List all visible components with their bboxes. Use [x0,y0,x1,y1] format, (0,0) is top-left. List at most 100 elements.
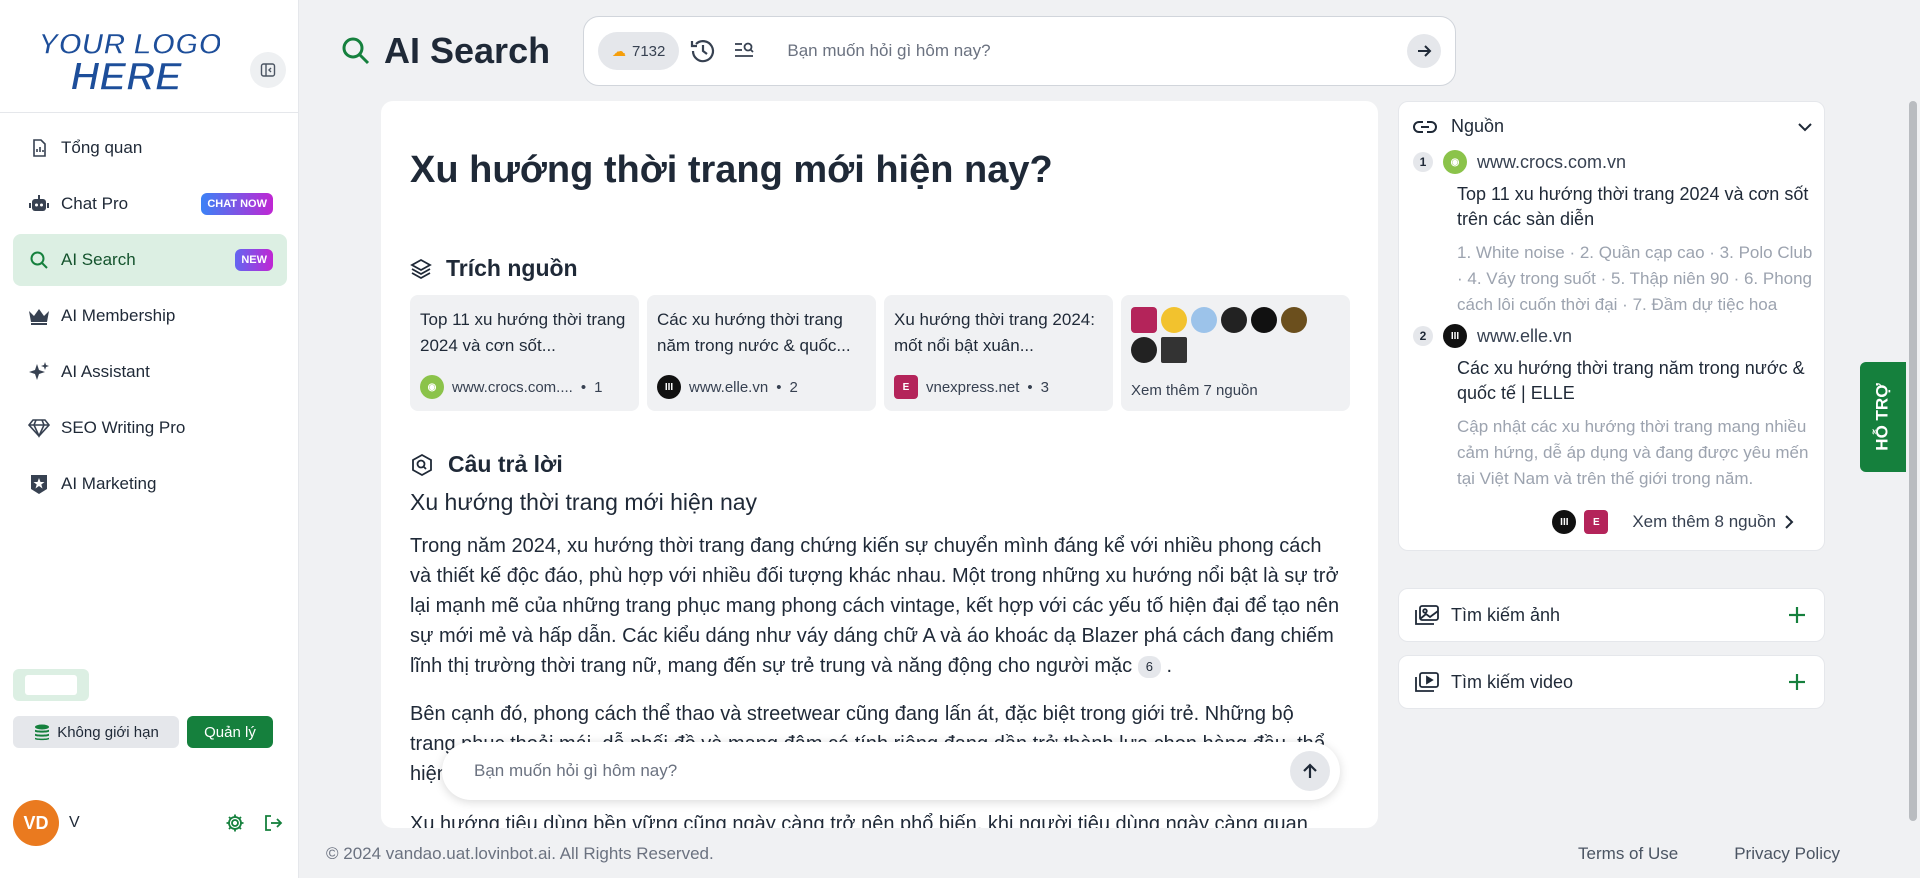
top-search-input[interactable] [787,41,1407,61]
citation-badge[interactable]: 6 [1137,655,1161,678]
answer-paragraph: Trong năm 2024, xu hướng thời trang đang… [410,535,1340,678]
source-card[interactable]: Top 11 xu hướng thời trang 2024 và cơn s… [410,295,639,411]
answer-search-icon [412,453,432,476]
more-sources-card[interactable]: Xem thêm 7 nguồn [1121,295,1350,411]
source-item[interactable]: 2 III www.elle.vn Các xu hướng thời tran… [1413,324,1813,492]
sidebar-item-seo-writing-pro[interactable]: SEO Writing Pro [13,402,287,454]
scrollbar[interactable] [1906,101,1920,829]
source-item[interactable]: 1 ◉ www.crocs.com.vn Top 11 xu hướng thờ… [1413,150,1813,318]
video-search-label: Tìm kiếm video [1451,671,1574,692]
elle-favicon-icon: III [1552,510,1577,534]
logout-icon [265,815,283,831]
sidebar-item-overview[interactable]: Tổng quan [13,122,287,174]
plus-icon [1789,607,1805,623]
sidebar-item-label: Chat Pro [61,194,129,213]
scrollbar-thumb[interactable] [1909,101,1917,821]
answer-heading: Câu trả lời [448,451,563,477]
coin-cloud-icon: ☁ [612,42,626,59]
footer-links: Terms of Use Privacy Policy [1578,844,1840,864]
search-list-button[interactable] [727,33,763,69]
manage-button[interactable]: Quản lý [187,716,273,748]
coins-icon [35,724,50,741]
plan-indicator [13,669,89,701]
source-card[interactable]: Các xu hướng thời trang năm trong nước &… [647,295,876,411]
source-description: Cập nhật các xu hướng thời trang mang nh… [1457,417,1809,488]
logout-button[interactable] [259,809,287,837]
sidebar-item-label: SEO Writing Pro [61,418,186,437]
footer-copyright: © 2024 vandao.uat.lovinbot.ai. All Right… [326,844,714,863]
arrow-right-icon [1418,45,1432,57]
sources-section-header: Trích nguồn [410,255,578,282]
chat-now-badge: CHAT NOW [201,193,273,215]
top-search-bar: ☁ 7132 [583,16,1456,86]
favicon-icon [1131,337,1157,363]
sidebar-nav: Tổng quan Chat Pro CHAT NOW AI Search NE… [13,122,287,514]
source-description: 1. White noise · 2. Quần cạp cao · 3. Po… [1457,243,1813,314]
logo[interactable]: YOUR LOGO HERE [40,20,220,98]
new-badge: NEW [235,249,273,271]
sidebar-item-chat-pro[interactable]: Chat Pro CHAT NOW [13,178,287,230]
follow-up-search-bar [442,742,1340,800]
favicon-icon [1131,307,1157,333]
video-gallery-icon [1415,672,1439,692]
send-button[interactable] [1290,751,1330,791]
user-row: VD V [13,800,287,846]
more-sources-link[interactable]: III E Xem thêm 8 nguồn [1552,510,1794,534]
answer-subtitle: Xu hướng thời trang mới hiện nay [410,489,758,515]
history-button[interactable] [685,33,721,69]
source-card-title: Xu hướng thời trang 2024: mốt nổi bật xu… [894,310,1095,355]
elle-favicon-icon: III [657,375,681,399]
source-card-domain: vnexpress.net [926,378,1020,396]
sidebar-toggle-icon [260,63,276,77]
support-tab[interactable]: HỖ TRỢ [1860,362,1906,472]
favicon-icon [1251,307,1277,333]
follow-up-input[interactable] [474,761,1290,781]
avatar[interactable]: VD [13,800,59,846]
more-sources-label: Xem thêm 7 nguồn [1131,382,1258,399]
video-search-accordion[interactable]: Tìm kiếm video [1398,655,1825,709]
sidebar-item-label: AI Marketing [61,474,157,493]
arrow-up-icon [1303,763,1317,778]
search-icon [342,37,370,65]
layers-icon [410,258,432,279]
answer-section-header: Câu trả lời [410,451,563,478]
sources-panel-header[interactable]: Nguồn [1413,116,1813,137]
collapse-sidebar-button[interactable] [250,52,286,88]
source-number: 2 [1413,326,1433,346]
sidebar-item-ai-search[interactable]: AI Search NEW [13,234,287,286]
terms-link[interactable]: Terms of Use [1578,844,1678,864]
settings-button[interactable] [221,809,249,837]
sources-panel-title: Nguồn [1451,116,1505,136]
image-search-accordion[interactable]: Tìm kiếm ảnh [1398,588,1825,642]
sidebar-item-label: AI Membership [61,306,176,325]
svg-text:HERE: HERE [70,55,182,98]
privacy-link[interactable]: Privacy Policy [1734,844,1840,864]
list-search-icon [735,42,755,57]
favicon-icon [1161,337,1187,363]
unlimited-plan-button[interactable]: Không giới hạn [13,716,179,748]
source-card-number: 1 [594,378,603,396]
vnexpress-favicon-icon: E [894,375,918,399]
sources-panel: Nguồn 1 ◉ www.crocs.com.vn Top 11 xu hướ… [1398,101,1825,551]
source-card[interactable]: Xu hướng thời trang 2024: mốt nổi bật xu… [884,295,1113,411]
sidebar-item-ai-marketing[interactable]: AI Marketing [13,458,287,510]
robot-icon [27,192,51,216]
gear-icon [226,814,244,832]
page-title: AI Search [384,30,551,71]
source-card-domain: www.elle.vn [689,378,769,396]
dot-separator: • [580,378,587,396]
sidebar-item-ai-membership[interactable]: AI Membership [13,290,287,342]
crocs-favicon-icon: ◉ [420,375,444,399]
source-title: Top 11 xu hướng thời trang 2024 và cơn s… [1457,184,1809,229]
images-icon [1415,605,1439,625]
source-card-number: 2 [789,378,798,396]
source-domain: www.elle.vn [1477,325,1573,346]
top-search-submit-button[interactable] [1407,34,1441,68]
chart-doc-icon [27,136,51,160]
sidebar-item-ai-assistant[interactable]: AI Assistant [13,346,287,398]
source-cards: Top 11 xu hướng thời trang 2024 và cơn s… [410,295,1375,411]
source-number: 1 [1413,152,1433,172]
source-card-title: Top 11 xu hướng thời trang 2024 và cơn s… [420,310,626,355]
credits-count: 7132 [632,42,666,60]
credits-pill[interactable]: ☁ 7132 [598,32,680,70]
